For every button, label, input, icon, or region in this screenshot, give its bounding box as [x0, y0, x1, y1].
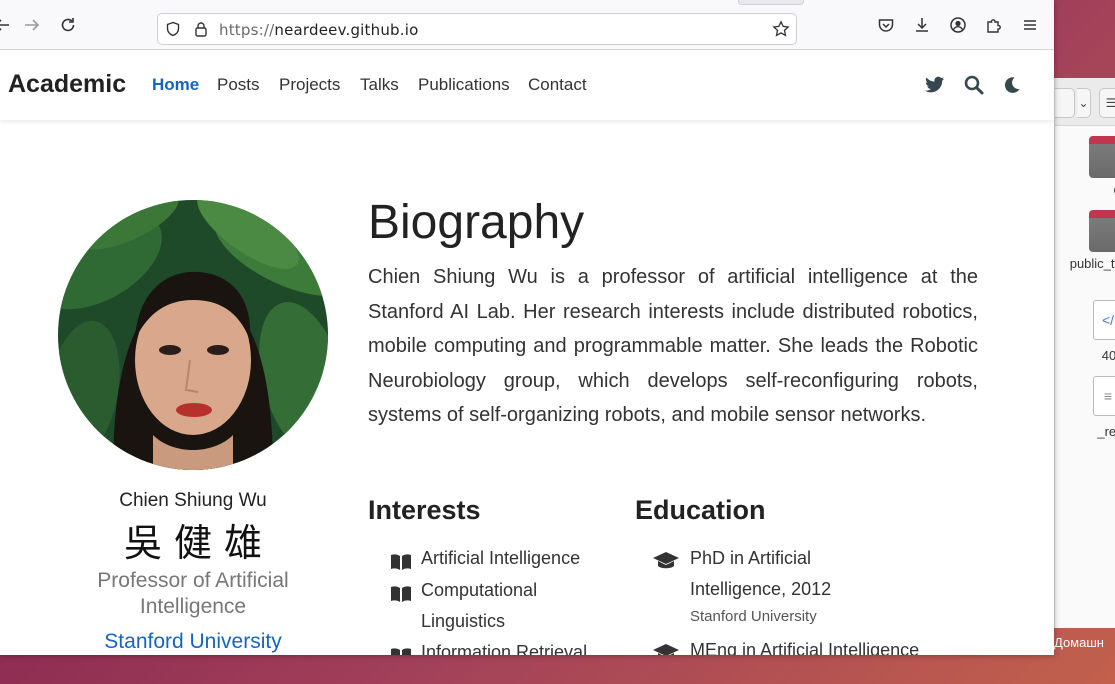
interest-label: Computational Linguistics — [421, 580, 538, 631]
url-text[interactable]: https://neardeev.github.io — [219, 21, 418, 39]
folder-icon[interactable] — [1089, 210, 1115, 252]
text-file-icon[interactable]: ≡ — [1093, 376, 1115, 416]
site-brand[interactable]: Academic — [8, 70, 126, 99]
education-item: PhD in Artificial Intelligence, 2012 Sta… — [652, 543, 952, 629]
book-icon — [390, 582, 412, 613]
chevron-down-icon[interactable]: ⌄ — [1077, 88, 1091, 118]
taskbar-home-label[interactable]: Домашн — [1054, 632, 1115, 654]
profile-role: Professor of Artificial Intelligence — [97, 569, 289, 618]
tab-strip-edge — [738, 0, 804, 5]
profile-avatar — [58, 200, 328, 470]
lock-icon[interactable] — [192, 20, 210, 38]
file-item-label[interactable]: public_typ — [1069, 256, 1115, 272]
forward-arrow-icon[interactable] — [20, 13, 44, 37]
extensions-icon[interactable] — [982, 13, 1006, 37]
reload-icon[interactable] — [56, 13, 80, 37]
graduation-cap-icon — [652, 642, 680, 655]
folder-icon[interactable] — [1089, 136, 1115, 178]
interest-item: Computational Linguistics — [390, 575, 610, 637]
menu-icon[interactable]: ☰ — [1099, 88, 1115, 118]
biography-text: Chien Shiung Wu is a professor of artifi… — [368, 266, 978, 427]
profile-name: Chien Shiung Wu — [119, 490, 267, 511]
graduation-cap-icon — [652, 550, 680, 581]
nav-posts[interactable]: Posts — [217, 75, 260, 95]
profile-name-chinese: 吳健雄 — [123, 521, 274, 565]
shield-icon[interactable] — [164, 20, 182, 38]
view-toggle-button[interactable] — [1055, 88, 1075, 118]
education-degree: PhD in Artificial Intelligence, 2012 — [690, 548, 832, 599]
hamburger-menu-icon[interactable] — [1018, 13, 1042, 37]
nav-home[interactable]: Home — [152, 75, 199, 95]
nav-projects[interactable]: Projects — [279, 75, 340, 95]
nav-publications[interactable]: Publications — [418, 75, 510, 95]
file-item-label[interactable]: eve — [1089, 182, 1115, 198]
html-file-icon[interactable]: </ — [1093, 300, 1115, 340]
search-icon[interactable] — [961, 72, 987, 98]
education-heading: Education — [635, 495, 766, 525]
interest-label: Information Retrieval — [421, 642, 588, 655]
url-host: neardeev.github.io — [274, 21, 419, 39]
interest-item: Artificial Intelligence — [390, 543, 610, 574]
profile-organization-link[interactable]: Stanford University — [58, 630, 328, 654]
url-protocol: https:// — [219, 21, 275, 39]
education-degree: MEng in Artificial Intelligence — [690, 640, 920, 655]
dark-mode-moon-icon[interactable] — [999, 72, 1025, 98]
file-item-label[interactable]: _redir — [1079, 424, 1115, 440]
nav-contact[interactable]: Contact — [528, 75, 587, 95]
interest-label: Artificial Intelligence — [421, 548, 581, 568]
file-manager-window: ⌄ ☰ eve public_typ </ 404.h ≡ _redir — [1054, 78, 1115, 628]
account-icon[interactable] — [946, 13, 970, 37]
browser-toolbar: https://neardeev.github.io — [0, 0, 1054, 50]
education-institution: Stanford University — [690, 608, 817, 625]
bookmark-star-icon[interactable] — [772, 20, 790, 38]
download-icon[interactable] — [910, 13, 934, 37]
file-manager-toolbar: ⌄ ☰ — [1055, 78, 1115, 126]
back-arrow-icon[interactable] — [0, 13, 14, 37]
address-bar[interactable]: https://neardeev.github.io — [157, 13, 797, 45]
interests-heading: Interests — [368, 495, 481, 525]
interest-item: Information Retrieval — [390, 637, 610, 655]
browser-window: https://neardeev.github.io Academic Home… — [0, 0, 1054, 655]
nav-talks[interactable]: Talks — [360, 75, 399, 95]
education-item: MEng in Artificial Intelligence — [652, 635, 952, 655]
file-item-label[interactable]: 404.h — [1083, 348, 1115, 364]
twitter-icon[interactable] — [922, 72, 948, 98]
site-navbar: Academic Home Posts Projects Talks Publi… — [0, 50, 1054, 120]
biography-heading: Biography — [368, 196, 585, 249]
book-icon — [390, 644, 412, 655]
pocket-icon[interactable] — [874, 13, 898, 37]
